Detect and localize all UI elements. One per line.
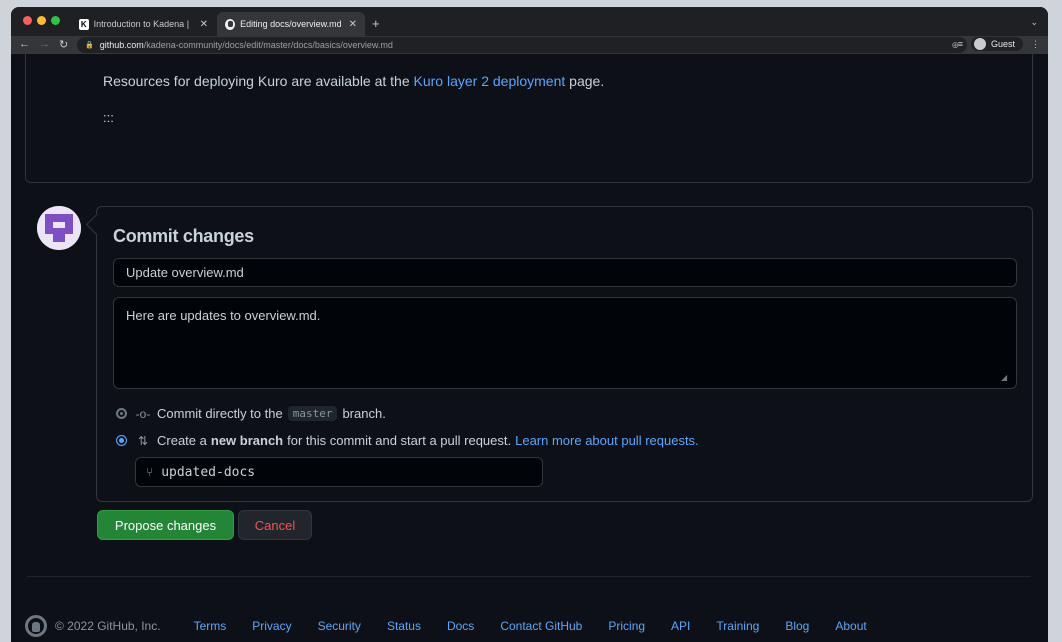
- reading-list-icon[interactable]: ≡: [958, 39, 963, 49]
- lock-icon: 🔒: [85, 42, 94, 49]
- cancel-button[interactable]: Cancel: [238, 510, 312, 540]
- minimize-window-button[interactable]: [37, 16, 46, 25]
- footer-link-docs[interactable]: Docs: [447, 619, 474, 633]
- preview-text-before: Resources for deploying Kuro are availab…: [103, 73, 414, 89]
- new-branch-bold: new branch: [210, 433, 284, 448]
- footer-copyright: © 2022 GitHub, Inc.: [55, 619, 161, 633]
- new-tab-icon[interactable]: +: [372, 16, 380, 31]
- maximize-window-button[interactable]: [51, 16, 60, 25]
- git-pull-request-icon: ⇅: [137, 433, 149, 448]
- git-commit-icon: -o-: [135, 406, 151, 421]
- footer-link-blog[interactable]: Blog: [785, 619, 809, 633]
- footer-link-privacy[interactable]: Privacy: [252, 619, 291, 633]
- footer-link-contact[interactable]: Contact GitHub: [500, 619, 582, 633]
- commit-summary-input[interactable]: [113, 258, 1017, 287]
- branch-name-input[interactable]: ⑂ updated-docs: [135, 457, 543, 487]
- commit-direct-radio[interactable]: [116, 408, 127, 419]
- footer-link-training[interactable]: Training: [716, 619, 759, 633]
- footer-divider: [27, 576, 1031, 577]
- commit-direct-option[interactable]: -o- Commit directly to the master branch…: [116, 406, 386, 421]
- kuro-deployment-link[interactable]: Kuro layer 2 deployment: [414, 73, 566, 89]
- preview-colons: :::: [103, 110, 114, 125]
- close-tab-icon[interactable]: ✕: [200, 19, 208, 30]
- tab-title: Introduction to Kadena | Kaden: [93, 19, 192, 29]
- commit-panel: Commit changes Here are updates to overv…: [96, 206, 1033, 502]
- footer-link-terms[interactable]: Terms: [194, 619, 227, 633]
- preview-text-after: page.: [565, 73, 605, 89]
- github-favicon-icon: [225, 18, 236, 30]
- preview-paragraph: Resources for deploying Kuro are availab…: [103, 73, 604, 89]
- footer-link-api[interactable]: API: [671, 619, 690, 633]
- tab-github-editing[interactable]: Editing docs/overview.md at m ✕: [217, 12, 365, 36]
- learn-more-pull-requests-link[interactable]: Learn more about pull requests.: [515, 433, 699, 448]
- commit-direct-text: Commit directly to the: [157, 406, 283, 421]
- footer-link-about[interactable]: About: [835, 619, 866, 633]
- new-branch-radio[interactable]: [116, 435, 127, 446]
- tab-search-chevron-icon[interactable]: ⌄: [1030, 17, 1038, 28]
- new-branch-prefix: Create a: [157, 433, 207, 448]
- git-branch-icon: ⑂: [146, 465, 154, 479]
- page-content: Resources for deploying Kuro are availab…: [11, 49, 1048, 642]
- commit-title: Commit changes: [113, 226, 254, 246]
- github-logo-icon[interactable]: [25, 615, 47, 637]
- footer: © 2022 GitHub, Inc. Terms Privacy Securi…: [25, 615, 893, 637]
- footer-link-security[interactable]: Security: [318, 619, 361, 633]
- close-tab-icon[interactable]: ✕: [349, 19, 357, 30]
- tab-kadena-intro[interactable]: K Introduction to Kadena | Kaden ✕: [71, 12, 216, 36]
- footer-link-pricing[interactable]: Pricing: [608, 619, 645, 633]
- tab-bar: K Introduction to Kadena | Kaden ✕ Editi…: [11, 7, 1048, 36]
- commit-direct-suffix: branch.: [342, 406, 386, 421]
- propose-changes-button[interactable]: Propose changes: [97, 510, 234, 540]
- new-branch-suffix: for this commit and start a pull request…: [287, 433, 512, 448]
- profile-label: Guest: [990, 39, 1015, 49]
- master-branch-label: master: [287, 406, 338, 421]
- kadena-favicon-icon: K: [79, 18, 89, 30]
- tab-title: Editing docs/overview.md at m: [240, 19, 341, 29]
- browser-window: K Introduction to Kadena | Kaden ✕ Editi…: [11, 7, 1048, 642]
- markdown-preview: Resources for deploying Kuro are availab…: [25, 49, 1033, 183]
- commit-description-input[interactable]: Here are updates to overview.md.: [113, 297, 1017, 389]
- new-branch-option[interactable]: ⇅ Create a new branch for this commit an…: [116, 433, 699, 448]
- avatar[interactable]: [37, 206, 81, 250]
- kebab-menu-icon[interactable]: ⋮: [1031, 39, 1040, 50]
- resize-handle-icon[interactable]: ◢: [1001, 373, 1027, 498]
- footer-link-status[interactable]: Status: [387, 619, 421, 633]
- branch-name-value: updated-docs: [161, 464, 256, 480]
- close-window-button[interactable]: [23, 16, 32, 25]
